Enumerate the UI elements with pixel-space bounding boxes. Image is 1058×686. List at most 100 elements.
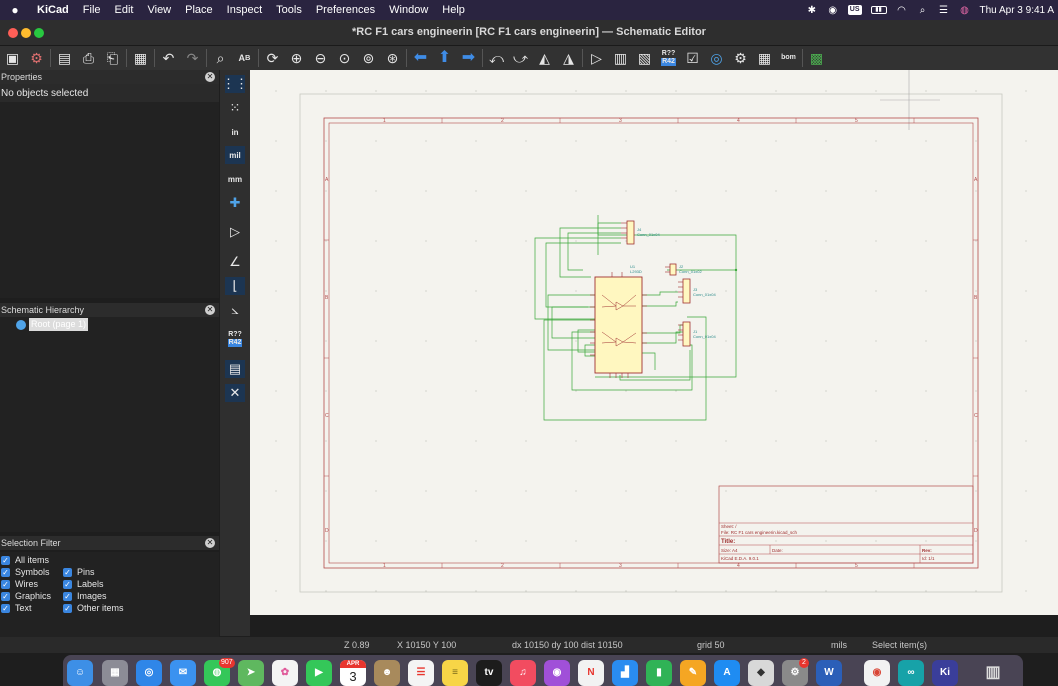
wifi-icon[interactable]: ◠ [896, 5, 908, 16]
line-mode-45-icon[interactable]: ⦣ [225, 301, 245, 319]
menu-bar-clock[interactable]: Thu Apr 3 9:41 A [980, 5, 1055, 16]
maps-icon[interactable]: ➤ [238, 660, 264, 686]
filter-wires[interactable]: ✓ Wires [1, 579, 38, 589]
filter-pins[interactable]: ✓ Pins [63, 567, 95, 577]
app-store-icon[interactable]: A [714, 660, 740, 686]
zoom-objects-icon[interactable]: ⊚ [358, 48, 379, 68]
undo-icon[interactable]: ↶ [158, 48, 179, 68]
save-icon[interactable]: ▣ [2, 48, 23, 68]
menu-app-name[interactable]: KiCad [30, 0, 76, 20]
close-icon[interactable]: ✕ [205, 538, 215, 548]
launchpad-icon[interactable]: ▦ [102, 660, 128, 686]
symbol-browser-icon[interactable]: ▥ [610, 48, 631, 68]
grid-overrides-icon[interactable]: ⁙ [225, 99, 245, 117]
properties-panel-icon[interactable]: ✕ [225, 384, 245, 402]
battery-icon[interactable]: ▮▮ [870, 6, 887, 14]
cursor-crosshair-icon[interactable]: ✚ [225, 194, 245, 212]
mirror-vertical-icon[interactable]: ◭ [534, 48, 555, 68]
close-icon[interactable]: ✕ [205, 305, 215, 315]
music-icon[interactable]: ♫ [510, 660, 536, 686]
chrome-icon[interactable]: ◉ [864, 660, 890, 686]
line-mode-free-icon[interactable]: ∠ [225, 253, 245, 271]
find-icon[interactable]: ⌕ [210, 48, 231, 68]
navigate-back-icon[interactable]: ⬅ [410, 48, 431, 68]
zoom-in-icon[interactable]: ⊕ [286, 48, 307, 68]
line-mode-90-icon[interactable]: ⌊ [225, 277, 245, 295]
symbol-u1[interactable]: U1 L293D [590, 264, 647, 378]
hierarchy-navigator-icon[interactable]: ▤ [225, 360, 245, 378]
word-icon[interactable]: W [816, 660, 842, 686]
facetime-icon[interactable]: ▶ [306, 660, 332, 686]
finder-icon[interactable]: ☺ [67, 660, 93, 686]
close-icon[interactable]: ✕ [205, 72, 215, 82]
plot-icon[interactable]: ⎗ [102, 48, 123, 68]
hierarchy-root-item[interactable]: Root (page 1) [16, 318, 89, 331]
units-mils-button[interactable]: mil [225, 146, 245, 164]
news-icon[interactable]: N [578, 660, 604, 686]
schematic-setup-icon[interactable]: ⚙ [26, 48, 47, 68]
schematic-canvas[interactable]: 1 2 3 4 5 1 2 3 4 5 A B C D A B C D J4 C… [250, 70, 1058, 615]
grid-icon[interactable]: ⋮⋮ [222, 75, 248, 93]
annotation-preview-button[interactable]: R?? R42 [225, 329, 245, 349]
apple-tv-icon[interactable]: tv [476, 660, 502, 686]
filter-other-items[interactable]: ✓ Other items [63, 603, 124, 613]
numbers-icon[interactable]: ▮ [646, 660, 672, 686]
hidden-pins-icon[interactable]: ▷ [225, 223, 245, 241]
menu-edit[interactable]: Edit [108, 0, 141, 20]
arduino-icon[interactable]: ∞ [898, 660, 924, 686]
menu-file[interactable]: File [76, 0, 108, 20]
erc-icon[interactable]: ☑ [682, 48, 703, 68]
apple-icon[interactable]: ● [0, 3, 30, 17]
navigate-forward-icon[interactable]: ➡ [458, 48, 479, 68]
photos-icon[interactable]: ✿ [272, 660, 298, 686]
page-settings-icon[interactable]: ▤ [54, 48, 75, 68]
trash-icon[interactable]: ▥ [980, 660, 1006, 686]
edit-symbol-fields-icon[interactable]: ▦ [754, 48, 775, 68]
reminders-icon[interactable]: ☰ [408, 660, 434, 686]
menu-preferences[interactable]: Preferences [309, 0, 382, 20]
filter-labels[interactable]: ✓ Labels [63, 579, 104, 589]
menu-view[interactable]: View [140, 0, 178, 20]
filter-all-items[interactable]: ✓ All items [1, 555, 49, 565]
rotate-ccw-icon[interactable]: ⤺ [486, 48, 507, 68]
calendar-icon[interactable]: APR 3 [340, 660, 366, 686]
filter-text[interactable]: ✓ Text [1, 603, 32, 613]
filter-graphics[interactable]: ✓ Graphics [1, 591, 51, 601]
menu-inspect[interactable]: Inspect [220, 0, 269, 20]
kicad-icon[interactable]: Ki [932, 660, 958, 686]
input-source-badge[interactable]: US [847, 5, 862, 15]
pcb-editor-icon[interactable]: ▩ [806, 48, 827, 68]
units-mm-button[interactable]: mm [225, 170, 245, 188]
filter-images[interactable]: ✓ Images [63, 591, 107, 601]
siri-icon[interactable]: ◍ [959, 5, 971, 16]
notes-icon[interactable]: ≡ [442, 660, 468, 686]
roblox-icon[interactable]: ◆ [748, 660, 774, 686]
zoom-out-icon[interactable]: ⊖ [310, 48, 331, 68]
units-inches-button[interactable]: in [225, 123, 245, 141]
paste-icon[interactable]: ▦ [130, 48, 151, 68]
menu-place[interactable]: Place [178, 0, 220, 20]
filter-symbols[interactable]: ✓ Symbols [1, 567, 50, 577]
symbol-editor-icon[interactable]: ▷ [586, 48, 607, 68]
keynote-icon[interactable]: ▟ [612, 660, 638, 686]
menu-window[interactable]: Window [382, 0, 435, 20]
spotlight-search-icon[interactable]: ⌕ [917, 5, 929, 16]
menu-tools[interactable]: Tools [269, 0, 309, 20]
annotate-icon[interactable]: R?? R42 [658, 48, 679, 68]
rotate-cw-icon[interactable]: ⤻ [510, 48, 531, 68]
menu-help[interactable]: Help [435, 0, 472, 20]
safari-icon[interactable]: ◎ [136, 660, 162, 686]
zoom-selection-icon[interactable]: ⊛ [382, 48, 403, 68]
contacts-icon[interactable]: ☻ [374, 660, 400, 686]
navigate-up-icon[interactable]: ⬆ [434, 48, 455, 68]
control-center-icon[interactable]: ☰ [938, 5, 950, 16]
bluetooth-icon[interactable]: ✱ [806, 5, 818, 16]
simulator-icon[interactable]: ◎ [706, 48, 727, 68]
print-icon[interactable]: ⎙ [78, 48, 99, 68]
field-editor-icon[interactable]: ⚙ [730, 48, 751, 68]
mirror-horizontal-icon[interactable]: ◮ [558, 48, 579, 68]
zoom-fit-icon[interactable]: ⊙ [334, 48, 355, 68]
podcasts-icon[interactable]: ◉ [544, 660, 570, 686]
pages-icon[interactable]: ✎ [680, 660, 706, 686]
redo-icon[interactable]: ↷ [182, 48, 203, 68]
